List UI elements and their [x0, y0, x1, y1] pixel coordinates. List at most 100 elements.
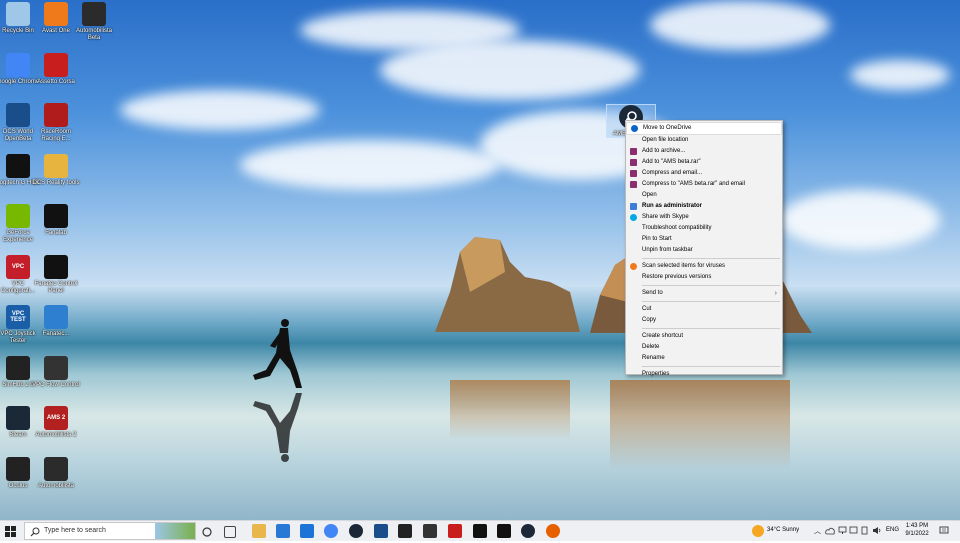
desktop-icon-label: Fanalab [45, 230, 67, 236]
menu-item[interactable]: Compress to "AMS beta.rar" and email [626, 179, 782, 190]
taskbar-search-box[interactable]: Type here to search [24, 522, 196, 540]
menu-item[interactable]: Properties [626, 369, 782, 380]
oculus-icon [6, 457, 30, 481]
chevron-right-icon: › [774, 290, 777, 297]
desktop-icon[interactable]: Automobilista [32, 457, 80, 490]
desktop-icon-label: DCS Reality tools [32, 180, 80, 186]
avast-icon [630, 263, 637, 270]
network-icon[interactable] [838, 526, 847, 535]
desktop-icon-label: VPC Flow Control [32, 382, 80, 388]
desktop-icon-label: Fanatec Control Panel [34, 281, 78, 294]
steam-icon[interactable] [349, 524, 363, 538]
menu-item[interactable]: Copy [626, 315, 782, 326]
desktop-icon[interactable]: Fanatec... [32, 305, 80, 338]
avast-icon [44, 2, 68, 26]
menu-item-label: Copy [642, 317, 657, 323]
menu-item[interactable]: Move to OneDrive [626, 122, 782, 135]
menu-item[interactable]: Open file location [626, 135, 782, 146]
menu-item[interactable]: Unpin from taskbar [626, 245, 782, 256]
menu-item[interactable]: Send to › [626, 288, 782, 299]
task-view-icon[interactable] [224, 526, 236, 538]
desktop-icon[interactable]: Assetto Corsa [32, 53, 80, 86]
volume-icon[interactable] [872, 526, 882, 535]
menu-item[interactable]: Delete [626, 342, 782, 353]
desktop-icon[interactable]: DCS Reality tools [32, 154, 80, 187]
chevron-up-icon[interactable]: ︿ [814, 526, 821, 536]
menu-separator [642, 285, 780, 286]
cloud [240, 140, 500, 190]
menu-item[interactable]: Open [626, 190, 782, 201]
menu-item-label: Cut [642, 306, 652, 312]
chrome-icon[interactable] [324, 524, 338, 538]
search-placeholder: Type here to search [44, 527, 106, 534]
file-explorer-icon[interactable] [252, 524, 266, 538]
cloud-icon[interactable] [825, 527, 835, 535]
firefox-icon[interactable] [546, 524, 560, 538]
menu-item[interactable]: Run as administrator [626, 201, 782, 212]
usb-icon[interactable] [860, 526, 869, 535]
assetto-icon [44, 53, 68, 77]
menu-item[interactable]: Troubleshoot compatibility [626, 223, 782, 234]
desktop-icon[interactable]: AMS 2 Automobilista 2 [32, 406, 80, 439]
menu-item[interactable]: Add to "AMS beta.rar" [626, 157, 782, 168]
clock[interactable]: 1:43 PM 9/1/2022 [902, 522, 932, 538]
menu-item[interactable]: Cut [626, 304, 782, 315]
simhub-icon [6, 356, 30, 380]
fanatec-icon[interactable] [497, 524, 511, 538]
start-button[interactable] [5, 525, 17, 537]
winrar-icon [630, 159, 637, 166]
fanalab-icon[interactable] [473, 524, 487, 538]
menu-separator [642, 301, 780, 302]
desktop-wallpaper[interactable]: Recycle Bin Avast One Automobilista Beta Go… [0, 0, 960, 520]
runner-silhouette [253, 319, 302, 388]
desktop-icon[interactable]: VPC Flow Control [32, 356, 80, 389]
ams2-icon: AMS 2 [44, 406, 68, 430]
menu-item-label: Open [642, 192, 657, 198]
oculus-icon[interactable] [423, 524, 437, 538]
menu-item[interactable]: Create shortcut [626, 331, 782, 342]
menu-item[interactable]: Compress and email... [626, 168, 782, 179]
skype-icon [630, 214, 637, 221]
weather-text[interactable]: 34°C Sunny [767, 527, 799, 533]
clock-date: 9/1/2022 [905, 531, 929, 537]
desktop-icon[interactable]: Fanatec Control Panel [32, 255, 80, 295]
menu-item[interactable]: Rename [626, 353, 782, 364]
vpc-test-icon: VPC TEST [6, 305, 30, 329]
desktop-icon[interactable]: Fanalab [32, 204, 80, 237]
menu-item[interactable]: Scan selected items for viruses [626, 261, 782, 272]
cortana-icon [202, 527, 212, 537]
weather-icon[interactable] [752, 525, 764, 537]
dcs-icon[interactable] [374, 524, 388, 538]
simhub-icon[interactable] [398, 524, 412, 538]
menu-item[interactable]: Restore previous versions [626, 272, 782, 283]
assetto-icon[interactable] [448, 524, 462, 538]
menu-item-label: Rename [642, 355, 665, 361]
fanatec-icon [44, 255, 68, 279]
display-icon[interactable] [849, 526, 858, 535]
shield-icon [630, 203, 637, 210]
menu-item[interactable]: Pin to Start [626, 234, 782, 245]
menu-item-label: Move to OneDrive [643, 125, 692, 131]
desktop-icon-label: Automobilista 2 [35, 432, 77, 438]
mail-icon[interactable] [300, 524, 314, 538]
helmet-icon [82, 2, 106, 26]
menu-item-label: Compress to "AMS beta.rar" and email [642, 181, 745, 187]
cloud [120, 90, 320, 130]
microsoft-store-icon[interactable] [276, 524, 290, 538]
desktop-icon[interactable]: RaceRoom Racing E... [32, 103, 80, 143]
menu-item[interactable]: Add to archive... [626, 146, 782, 157]
recycle-bin-icon [6, 2, 30, 26]
clock-time: 1:43 PM [905, 523, 929, 529]
winrar-icon [630, 181, 637, 188]
language-indicator[interactable]: ENG [886, 527, 899, 533]
context-menu: Move to OneDrive Open file location Add to… [625, 120, 783, 377]
automobilista-icon [44, 457, 68, 481]
desktop-icon[interactable]: Automobilista Beta [70, 2, 118, 42]
menu-item[interactable]: Share with Skype [626, 212, 782, 223]
menu-item-label: Send to [642, 290, 663, 296]
notification-icon[interactable] [939, 526, 949, 536]
cortana-button[interactable] [201, 525, 213, 537]
menu-item-label: Properties [642, 371, 670, 377]
steam-icon[interactable] [521, 524, 535, 538]
vpc-flow-icon [44, 356, 68, 380]
